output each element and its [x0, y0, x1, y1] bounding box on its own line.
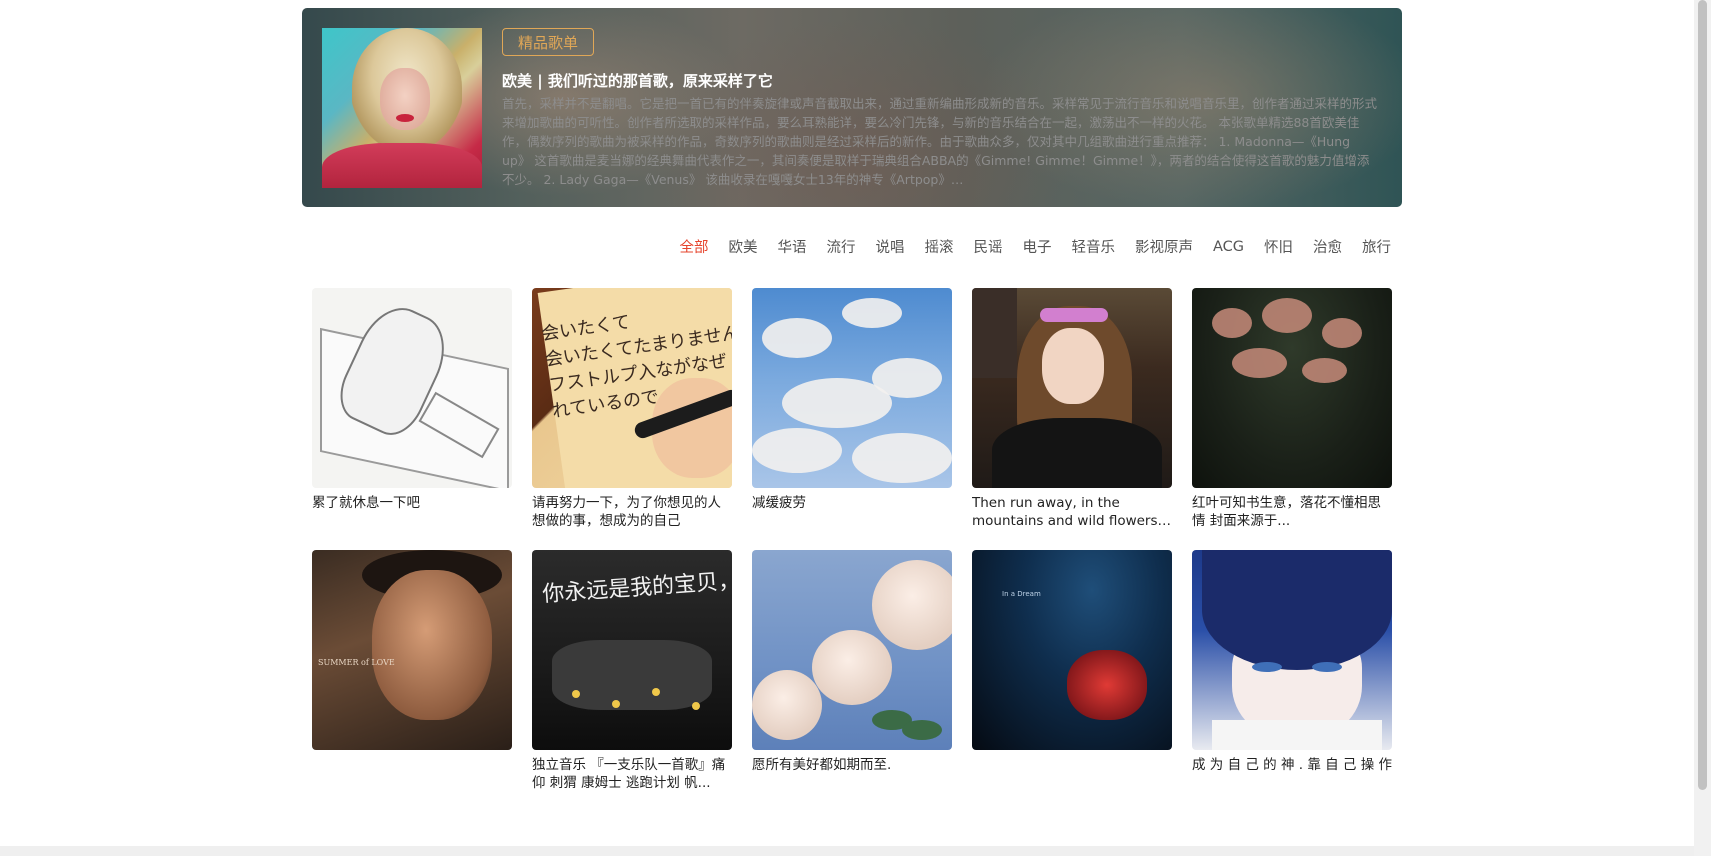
category-tab[interactable]: ACG	[1213, 239, 1244, 255]
featured-playlist-title[interactable]: 欧美 | 我们听过的那首歌，原来采样了它	[502, 70, 773, 91]
cover-art-collar	[1212, 720, 1382, 750]
playlist-title[interactable]: 累了就休息一下吧	[312, 494, 512, 512]
playlist-title[interactable]: Then run away, in the mountains and wild…	[972, 494, 1172, 530]
cover-art-text: In a Dream	[1002, 590, 1041, 598]
category-filter-bar: 全部 欧美 华语 流行 说唱 摇滚 民谣 电子 轻音乐 影视原声 ACG 怀旧 …	[679, 236, 1391, 257]
page-scrollbar[interactable]	[1694, 0, 1711, 856]
playlist-card[interactable]: SUMMER of LOVE	[312, 550, 512, 812]
cover-art-shoulder	[322, 143, 482, 188]
cover-art-face	[1067, 650, 1147, 720]
category-tab[interactable]: 华语	[777, 236, 806, 257]
category-tab[interactable]: 治愈	[1313, 236, 1342, 257]
featured-playlist-cover[interactable]	[322, 28, 482, 188]
playlist-cover[interactable]: SUMMER of LOVE	[312, 550, 512, 750]
playlist-cover[interactable]	[972, 288, 1172, 488]
scrollbar-thumb[interactable]	[1698, 0, 1707, 790]
cover-art-background-figure	[972, 288, 1017, 378]
cover-art-rose	[752, 670, 822, 740]
cover-art-title: 你永远是我的宝贝，宝贝	[541, 565, 732, 608]
playlist-title[interactable]: 红叶可知书生意，落花不懂相思情 封面来源于...	[1192, 494, 1392, 530]
playlist-card[interactable]: In a Dream	[972, 550, 1172, 812]
playlist-title[interactable]: 请再努力一下，为了你想见的人想做的事，想成为的自己	[532, 494, 732, 530]
cover-art-stage-light	[692, 702, 700, 710]
cover-art-cloud	[872, 358, 942, 398]
category-tab[interactable]: 民谣	[973, 236, 1002, 257]
cover-art-blossom	[1232, 348, 1287, 378]
featured-playlist-banner[interactable]: 精品歌单 欧美 | 我们听过的那首歌，原来采样了它 首先，采样并不是翻唱。它是把…	[302, 8, 1402, 207]
playlist-card[interactable]: 红叶可知书生意，落花不懂相思情 封面来源于...	[1192, 288, 1392, 550]
cover-art-blossom	[1302, 358, 1347, 383]
cover-art-eye	[1312, 662, 1342, 672]
playlist-cover[interactable]	[752, 550, 952, 750]
cover-art-rose	[872, 560, 952, 650]
cover-art-blossom	[1322, 318, 1362, 348]
cover-art-face	[1042, 328, 1104, 404]
playlist-cover[interactable]	[752, 288, 952, 488]
playlist-title[interactable]: 愿所有美好都如期而至.	[752, 756, 952, 774]
cover-art-stage-light	[652, 688, 660, 696]
playlist-title[interactable]: 成 为 自 己 的 神 . 靠 自 己 操 作	[1192, 756, 1392, 774]
cover-art-blossom	[1262, 298, 1312, 333]
playlist-title[interactable]: 独立音乐 『一支乐队一首歌』痛仰 刺猬 康姆士 逃跑计划 帆...	[532, 756, 732, 792]
playlist-card[interactable]: 你永远是我的宝贝，宝贝 独立音乐 『一支乐队一首歌』痛仰 刺猬 康姆士 逃跑计划…	[532, 550, 732, 812]
category-tab[interactable]: 电子	[1022, 236, 1051, 257]
cover-art-stage-light	[612, 700, 620, 708]
premium-playlist-tag[interactable]: 精品歌单	[502, 28, 595, 56]
playlist-cover[interactable]: 你永远是我的宝贝，宝贝	[532, 550, 732, 750]
cover-art-stage-light	[572, 690, 580, 698]
category-tab[interactable]: 影视原声	[1135, 236, 1193, 257]
playlist-cover[interactable]	[1192, 288, 1392, 488]
playlist-cover[interactable]	[312, 288, 512, 488]
category-tab[interactable]: 旅行	[1362, 236, 1391, 257]
playlist-card[interactable]: Then run away, in the mountains and wild…	[972, 288, 1172, 550]
playlist-card[interactable]: 成 为 自 己 的 神 . 靠 自 己 操 作	[1192, 550, 1392, 812]
category-tab[interactable]: 流行	[826, 236, 855, 257]
bottom-bar	[0, 846, 1694, 856]
cover-art-cloud	[842, 298, 902, 328]
cover-art-robe	[992, 418, 1162, 488]
category-tab[interactable]: 怀旧	[1264, 236, 1293, 257]
category-tab[interactable]: 说唱	[875, 236, 904, 257]
featured-playlist-description: 首先，采样并不是翻唱。它是把一首已有的伴奏旋律或声音截取出来，通过重新编曲形成新…	[502, 96, 1378, 187]
playlist-card[interactable]: 累了就休息一下吧	[312, 288, 512, 550]
cover-art-lips	[396, 114, 414, 122]
cover-art-text: SUMMER of LOVE	[318, 658, 395, 667]
cover-art-cloud	[752, 428, 842, 473]
cover-art-cloud	[762, 318, 832, 358]
playlist-cover[interactable]: 会いたくて 会いたくてたまりません フストルプ入ながなぜ れているので	[532, 288, 732, 488]
cover-art-leaf	[902, 720, 942, 740]
playlist-title[interactable]: 减缓疲劳	[752, 494, 952, 512]
category-tab[interactable]: 欧美	[728, 236, 757, 257]
cover-art-face	[372, 570, 492, 720]
cover-art-cloud	[852, 433, 952, 483]
cover-art-eye	[1252, 662, 1282, 672]
cover-art-rose	[812, 630, 892, 705]
playlist-cover[interactable]	[1192, 550, 1392, 750]
category-tab[interactable]: 全部	[679, 236, 708, 257]
category-tab[interactable]: 轻音乐	[1071, 236, 1115, 257]
playlist-grid: 累了就休息一下吧 会いたくて 会いたくてたまりません フストルプ入ながなぜ れて…	[312, 288, 1392, 812]
playlist-card[interactable]: 会いたくて 会いたくてたまりません フストルプ入ながなぜ れているので 请再努力…	[532, 288, 732, 550]
playlist-card[interactable]: 减缓疲劳	[752, 288, 952, 550]
cover-art-hair	[1202, 550, 1392, 670]
cover-art-stage	[552, 640, 712, 710]
cover-art-blossom	[1212, 308, 1252, 338]
category-tab[interactable]: 摇滚	[924, 236, 953, 257]
playlist-cover[interactable]: In a Dream	[972, 550, 1172, 750]
playlist-card[interactable]: 愿所有美好都如期而至.	[752, 550, 952, 812]
cover-art-flower-crown	[1040, 308, 1108, 322]
